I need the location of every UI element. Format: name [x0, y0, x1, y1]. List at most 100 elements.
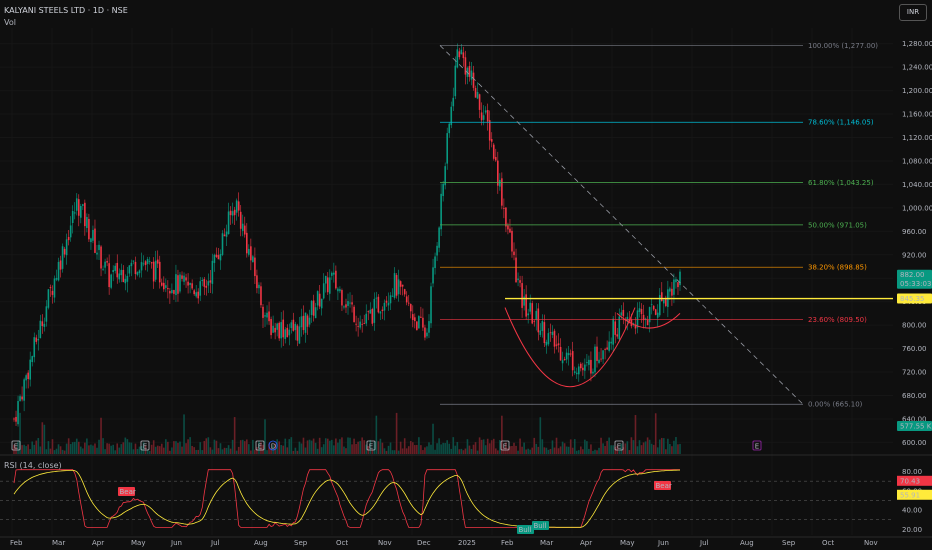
volume-bar [191, 445, 193, 454]
volume-bar [630, 437, 633, 454]
volume-bar [126, 439, 129, 454]
candle-body [173, 290, 175, 294]
volume-bar [586, 441, 588, 454]
candle-body [300, 316, 303, 328]
rsi-ma-line[interactable] [13, 469, 680, 528]
candle-body [148, 261, 151, 262]
symbol-title[interactable]: KALYANI STEELS LTD · 1D · NSE [4, 6, 128, 15]
candle-body [359, 321, 361, 328]
volume-bar [324, 438, 327, 454]
volume-bar [624, 443, 627, 454]
candle-body [393, 273, 396, 298]
volume-bar [341, 437, 343, 454]
candle-body [187, 281, 189, 286]
candle-body [241, 223, 244, 231]
time-axis-label: Jun [657, 539, 669, 547]
candle-body [488, 120, 491, 141]
time-axis-label: Nov [378, 539, 392, 547]
volume-bar [241, 439, 244, 454]
volume-label[interactable]: Vol [4, 18, 16, 27]
candle-body [660, 292, 663, 302]
volume-bar [636, 446, 639, 454]
volume-bar [458, 449, 461, 454]
volume-bar [318, 437, 321, 454]
candle-body [369, 309, 372, 314]
volume-bar [561, 441, 564, 454]
volume-bar [185, 443, 187, 454]
event-marker-label: E [503, 443, 507, 451]
volume-bar [610, 445, 612, 454]
volume-bar [35, 440, 38, 454]
volume-bar [165, 439, 167, 454]
volume-bar [456, 441, 459, 454]
volume-bar [320, 447, 323, 454]
volume-bar [464, 448, 467, 454]
volume-bar [116, 443, 119, 454]
event-marker-label: E [14, 443, 18, 451]
candle-body [154, 260, 157, 280]
candle-body [357, 326, 359, 328]
volume-bar [484, 445, 487, 454]
candle-body [45, 306, 48, 322]
candle-body [592, 371, 594, 374]
volume-bar [221, 449, 224, 454]
volume-bar [158, 446, 161, 454]
volume-bar [515, 445, 517, 454]
volume-bar [675, 437, 677, 454]
candle-body [43, 323, 46, 327]
rsi-title[interactable]: RSI (14, close) [4, 461, 62, 470]
time-axis-label: Mar [52, 539, 65, 547]
volume-bar [533, 437, 536, 454]
candle-body [193, 290, 195, 295]
candle-body [221, 233, 224, 255]
volume-bar [193, 447, 195, 454]
candle-body [478, 94, 481, 110]
chart-canvas[interactable]: 100.00% (1,277.00) 78.60% (1,146.05) 61.80… [0, 0, 932, 550]
volume-bar [442, 442, 444, 454]
candle-body [509, 228, 511, 233]
candle-body [312, 300, 315, 316]
candle-body [278, 322, 280, 339]
candle-body [420, 316, 422, 318]
candle-body [341, 290, 343, 306]
volume-bar [440, 444, 442, 454]
volume-bar [424, 447, 426, 454]
volume-bar [110, 445, 112, 454]
volume-bar [395, 412, 398, 454]
volume-bar [602, 443, 604, 454]
volume-bar [124, 437, 127, 454]
candle-body [112, 270, 114, 273]
candle-body [217, 255, 220, 260]
volume-bar [31, 441, 34, 454]
rsi-signal-label: Bull [519, 526, 532, 534]
time-axis-label: May [620, 539, 634, 547]
candle-body [63, 248, 66, 255]
volume-bar [310, 440, 313, 454]
candle-body [353, 306, 355, 323]
candle-body [245, 232, 248, 254]
candle-body [468, 66, 471, 77]
volume-bar [219, 443, 222, 454]
candle-body [132, 260, 135, 262]
candle-body [191, 283, 193, 289]
candle-body [150, 262, 153, 264]
candle-body [567, 353, 570, 356]
candle-body [239, 211, 242, 229]
candle-body [320, 298, 323, 309]
volume-bar [571, 447, 574, 454]
candle-body [543, 322, 546, 344]
volume-bar [82, 448, 84, 454]
price-axis-tick: 760.00 [902, 345, 927, 353]
candle-body [448, 123, 451, 134]
volume-bar [434, 449, 436, 454]
currency-button[interactable]: INR [899, 4, 927, 21]
candle-body [294, 323, 297, 331]
candle-body [648, 307, 651, 323]
volume-bar [160, 443, 163, 454]
candle-body [183, 275, 185, 282]
volume-bar [375, 415, 378, 454]
candle-body [134, 261, 137, 275]
candle-body [33, 337, 36, 358]
volume-bar [547, 449, 550, 454]
volume-bar [162, 447, 165, 454]
